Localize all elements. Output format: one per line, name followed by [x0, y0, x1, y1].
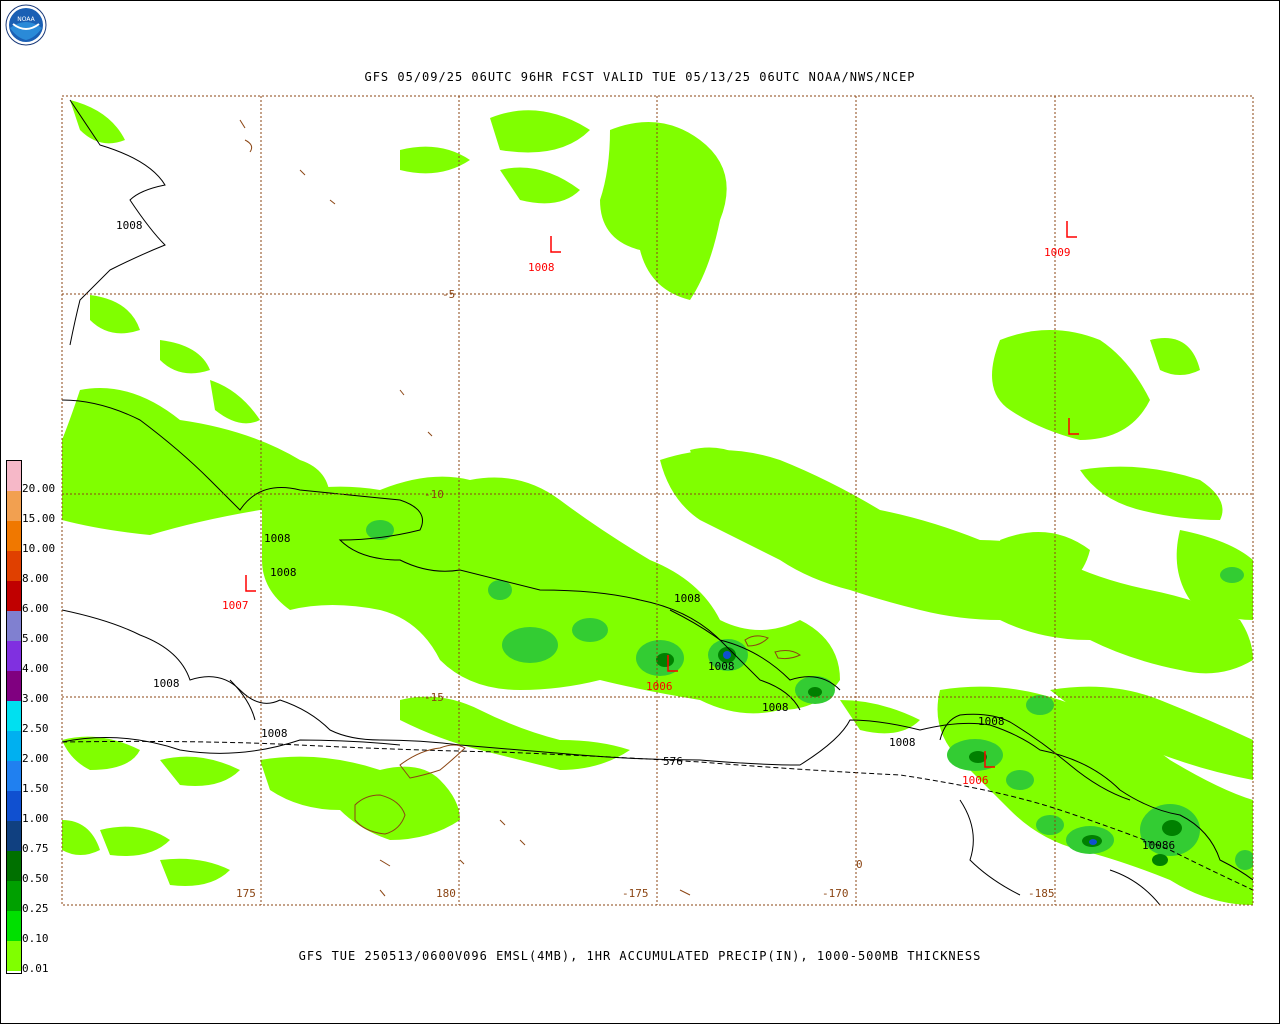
legend-label: 2.50 [22, 722, 49, 735]
legend-label: 0.75 [22, 842, 49, 855]
isobar-label: 10086 [1142, 839, 1175, 852]
lat-label: -10 [424, 488, 444, 501]
isobar-label: 1008 [116, 219, 143, 232]
lon-label: -175 [622, 887, 649, 900]
low-pressure-value: 1006 [962, 774, 989, 787]
precip-color-legend [6, 460, 22, 974]
legend-swatch [7, 851, 21, 881]
low-pressure-value: 1008 [528, 261, 555, 274]
lat-label: -15 [424, 691, 444, 704]
legend-swatch [7, 941, 21, 971]
legend-swatch [7, 911, 21, 941]
legend-label: 4.00 [22, 662, 49, 675]
legend-label: 3.00 [22, 692, 49, 705]
legend-swatch [7, 671, 21, 701]
isobar-label: 1008 [270, 566, 297, 579]
lon-label: 0 [856, 858, 863, 871]
legend-label: 0.10 [22, 932, 49, 945]
legend-label: 8.00 [22, 572, 49, 585]
lon-label: 175 [236, 887, 256, 900]
precip-layer [62, 96, 1253, 905]
legend-label: 15.00 [22, 512, 56, 525]
legend-label: 0.01 [22, 962, 49, 975]
isobar-label: 1008 [674, 592, 701, 605]
legend-swatch [7, 791, 21, 821]
legend-swatch [7, 551, 21, 581]
legend-swatch [7, 611, 21, 641]
legend-swatch [7, 731, 21, 761]
legend-label: 1.50 [22, 782, 49, 795]
lat-label: -5 [442, 288, 455, 301]
low-pressure-value: 1009 [1044, 246, 1071, 259]
lon-labels: 175 180 -175 -170 -185 0 [236, 858, 1055, 900]
legend-label: 0.50 [22, 872, 49, 885]
legend-label: 10.00 [22, 542, 56, 555]
legend-label: 2.00 [22, 752, 49, 765]
forecast-map: -5 -10 -15 175 180 -175 -170 -185 0 576 … [61, 95, 1254, 906]
legend-swatch [7, 521, 21, 551]
thickness-label: 576 [663, 755, 683, 768]
legend-swatch [7, 821, 21, 851]
legend-swatch [7, 641, 21, 671]
legend-swatch [7, 491, 21, 521]
isobar-label: 1008 [889, 736, 916, 749]
lon-label: -185 [1028, 887, 1055, 900]
lon-label: -170 [822, 887, 849, 900]
legend-label: 0.25 [22, 902, 49, 915]
low-pressure-value: 1007 [222, 599, 249, 612]
legend-swatch [7, 461, 21, 491]
legend-swatch [7, 881, 21, 911]
legend-swatch [7, 581, 21, 611]
legend-label: 5.00 [22, 632, 49, 645]
lon-label: 180 [436, 887, 456, 900]
legend-swatch [7, 971, 21, 973]
legend-swatch [7, 701, 21, 731]
legend-label: 20.00 [22, 482, 56, 495]
isobar-label: 1008 [708, 660, 735, 673]
legend-swatch [7, 761, 21, 791]
isobar-label: 1008 [978, 715, 1005, 728]
isobar-label: 1008 [261, 727, 288, 740]
isobar-label: 1008 [264, 532, 291, 545]
legend-label: 6.00 [22, 602, 49, 615]
low-pressure-value: 1006 [646, 680, 673, 693]
isobar-label: 1008 [153, 677, 180, 690]
isobar-label: 1008 [762, 701, 789, 714]
legend-label: 1.00 [22, 812, 49, 825]
